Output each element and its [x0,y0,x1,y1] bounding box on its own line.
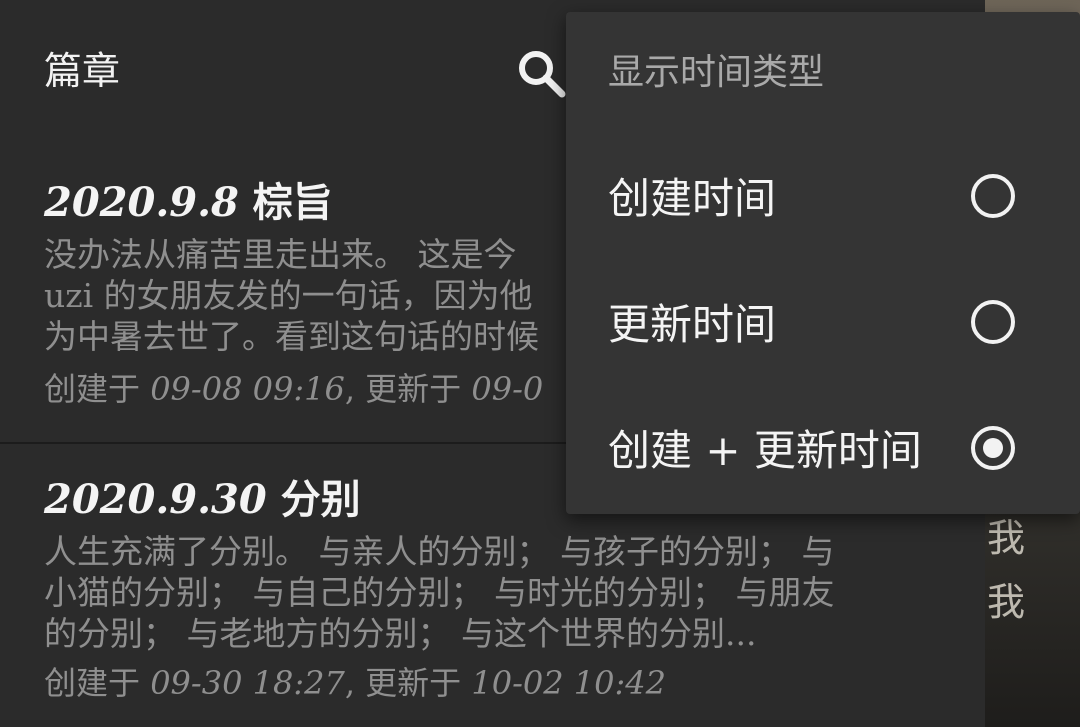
radio-button[interactable] [971,174,1015,218]
article-title: 2020.9.8 棕旨 [44,178,333,228]
menu-option-label: 创建 + 更新时间 [608,426,922,475]
page-title: 篇章 [44,49,121,93]
summary-line: 的分别； 与老地方的分别； 与这个世界的分别... [44,614,757,653]
radio-button[interactable] [971,300,1015,344]
search-icon [519,51,566,98]
menu-option-label: 创建时间 [608,174,777,223]
menu-header: 显示时间类型 [608,52,825,93]
created-label: 创建于 [44,370,151,408]
search-button[interactable] [514,46,570,102]
summary-line: 小猫的分别； 与自己的分别； 与时光的分别； 与朋友 [44,573,835,612]
background-text: 我 [987,516,1026,560]
updated-time: 09-0 [471,370,544,408]
updated-label: , 更新于 [344,370,472,408]
created-time: 09-08 09:16 [150,370,345,408]
updated-label: , 更新于 [344,664,472,702]
article-title: 2020.9.30 分别 [44,475,361,525]
article-title-text: 分别 [280,476,361,523]
menu-option-created-time[interactable]: 创建时间 [566,136,1080,262]
menu-option-updated-time[interactable]: 更新时间 [566,262,1080,388]
article-date: 2020.9.30 [44,476,267,523]
created-label: 创建于 [44,664,151,702]
created-time: 09-30 18:27 [150,664,345,702]
article-date: 2020.9.8 [44,179,239,226]
app-window: 我 我 篇章 2020.9.8 棕旨 没办法从痛苦里走出来。 这是今 uzi 的… [0,0,1080,727]
article-title-text: 棕旨 [252,179,333,226]
time-type-popup-menu: 显示时间类型 创建时间 更新时间 创建 + 更新时间 [566,12,1080,514]
article-meta: 创建于 09-30 18:27, 更新于 10-02 10:42 [44,663,666,703]
article-summary: 人生充满了分别。 与亲人的分别； 与孩子的分别； 与 小猫的分别； 与自己的分别… [44,531,934,654]
summary-line: 人生充满了分别。 与亲人的分别； 与孩子的分别； 与 [44,532,835,571]
menu-option-label: 更新时间 [608,300,777,349]
updated-time: 10-02 10:42 [471,664,666,702]
background-text: 我 [987,580,1026,624]
radio-button[interactable] [971,426,1015,470]
menu-option-created-and-updated-time[interactable]: 创建 + 更新时间 [566,388,1080,514]
article-meta: 创建于 09-08 09:16, 更新于 09-0 [44,369,543,409]
